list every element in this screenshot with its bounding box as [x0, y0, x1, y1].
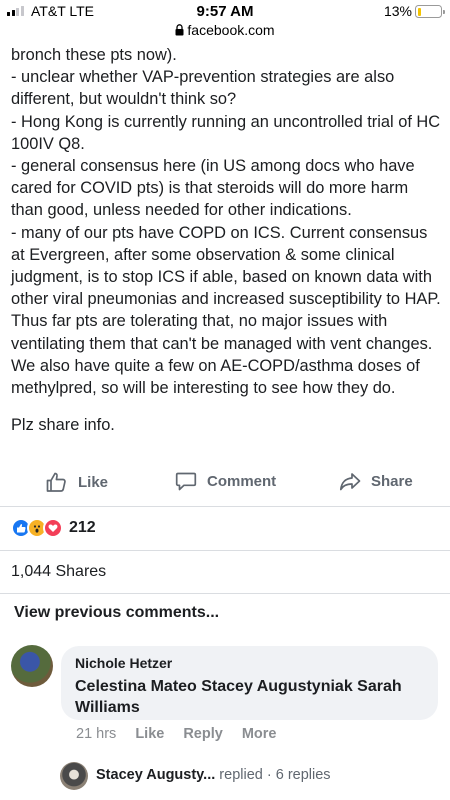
divider [0, 506, 450, 507]
thumbs-up-icon [46, 472, 66, 492]
share-label: Share [371, 472, 413, 490]
status-bar: AT&T LTE 9:57 AM 13% [0, 0, 450, 22]
comment-button[interactable]: Comment [175, 470, 276, 492]
share-arrow-icon [339, 473, 361, 491]
post-body: bronch these pts now). - unclear whether… [11, 44, 443, 436]
comment-meta: 21 hrs Like Reply More [76, 726, 295, 742]
comment-more-button[interactable]: More [242, 726, 277, 742]
divider [0, 550, 450, 551]
shares-count[interactable]: 1,044 Shares [11, 563, 106, 581]
comment-like-button[interactable]: Like [135, 726, 164, 742]
love-reaction-icon [43, 518, 63, 538]
comment-text[interactable]: Celestina Mateo Stacey Augustyniak Sarah… [75, 676, 424, 718]
battery-percentage: 13% [383, 3, 412, 19]
post-closing: Plz share info. [11, 416, 115, 435]
url-bar[interactable]: facebook.com [0, 22, 450, 44]
like-label: Like [78, 473, 109, 491]
reply-count: 6 replies [275, 767, 331, 783]
reactions-summary[interactable]: 212 [11, 518, 96, 538]
comment-bubble: Nichole Hetzer Celestina Mateo Stacey Au… [61, 646, 438, 720]
post-paragraph: - Hong Kong is currently running an unco… [11, 112, 441, 153]
like-button[interactable]: Like [44, 470, 108, 494]
divider [0, 593, 450, 594]
reply-action: replied [219, 767, 263, 783]
post-actions: Like Comment Share [0, 470, 450, 502]
comment-reply-button[interactable]: Reply [183, 726, 223, 742]
post-paragraph: - general consensus here (in US among do… [11, 157, 415, 220]
avatar[interactable] [60, 762, 88, 790]
comment-label: Comment [207, 472, 277, 490]
post-paragraph: - many of our pts have COPD on ICS. Curr… [11, 223, 441, 398]
clock: 9:57 AM [196, 3, 254, 20]
reaction-count: 212 [69, 519, 96, 536]
comment-icon [175, 472, 197, 491]
share-button[interactable]: Share [339, 470, 413, 492]
url-text: facebook.com [187, 22, 275, 38]
lock-icon [175, 24, 184, 36]
battery-icon [415, 5, 445, 18]
reply-summary[interactable]: Stacey Augusty... replied · 6 replies [96, 767, 331, 783]
post-paragraph: - unclear whether VAP-prevention strateg… [11, 68, 395, 109]
reply-separator: · [266, 767, 272, 783]
view-previous-comments-link[interactable]: View previous comments... [14, 604, 219, 622]
reply-author: Stacey Augusty... [96, 767, 216, 783]
avatar[interactable] [11, 645, 53, 687]
comment-timestamp: 21 hrs [76, 726, 117, 742]
comment-author[interactable]: Nichole Hetzer [75, 655, 424, 671]
post-paragraph: bronch these pts now). [11, 46, 177, 64]
